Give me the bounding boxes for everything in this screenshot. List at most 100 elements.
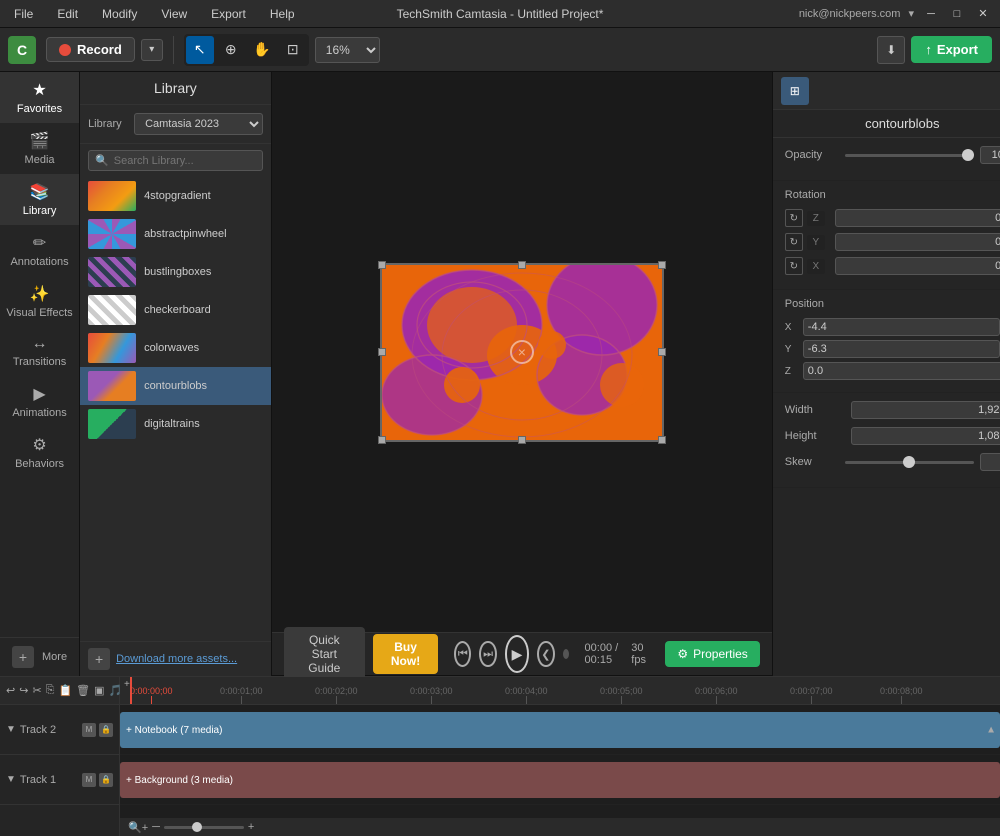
- timeline-zoom-slider[interactable]: [164, 826, 244, 829]
- sidebar-item-visual-effects[interactable]: ✨ Visual Effects: [0, 276, 79, 327]
- move-tool[interactable]: ⊕: [217, 36, 245, 64]
- rotation-x-handle[interactable]: ↻: [785, 257, 803, 275]
- sidebar-item-transitions[interactable]: ↔ Transitions: [0, 327, 79, 376]
- list-item[interactable]: checkerboard: [80, 291, 271, 329]
- library-search-input[interactable]: [114, 155, 256, 167]
- handle-bottom-mid[interactable]: [518, 436, 526, 444]
- maximize-button[interactable]: □: [948, 5, 966, 23]
- sidebar-item-animations[interactable]: ▶ Animations: [0, 376, 79, 427]
- sidebar-item-behaviors[interactable]: ⚙ Behaviors: [0, 427, 79, 478]
- props-icon-bar: ⊞: [773, 72, 1000, 110]
- track-2-clip[interactable]: + Notebook (7 media): [120, 712, 1000, 748]
- rotation-x-value: 0.0°: [835, 257, 1000, 275]
- buy-now-button[interactable]: Buy Now!: [373, 634, 438, 674]
- props-tab-visual[interactable]: ⊞: [781, 77, 809, 105]
- list-item[interactable]: colorwaves: [80, 329, 271, 367]
- skew-slider[interactable]: [845, 461, 974, 464]
- handle-top-mid[interactable]: [518, 261, 526, 269]
- zoom-in-icon[interactable]: 🔍+: [128, 821, 148, 834]
- handle-mid-left[interactable]: [378, 348, 386, 356]
- select-tool[interactable]: ↖: [186, 36, 214, 64]
- handle-bottom-right[interactable]: [658, 436, 666, 444]
- video-track-button[interactable]: ▣: [94, 681, 104, 701]
- list-item[interactable]: digitaltrains: [80, 405, 271, 443]
- menu-modify[interactable]: Modify: [96, 5, 143, 23]
- main-layout: ★ Favorites 🎬 Media 📚 Library ✏ Annotati…: [0, 72, 1000, 676]
- undo-button[interactable]: ↩: [6, 681, 15, 701]
- track-1-expand[interactable]: ▼: [6, 774, 16, 785]
- menu-file[interactable]: File: [8, 5, 39, 23]
- rotation-y-row: ↻ Y 0.0°: [785, 233, 1000, 251]
- lib-name-colorwaves: colorwaves: [144, 342, 199, 354]
- handle-top-right[interactable]: [658, 261, 666, 269]
- opacity-slider[interactable]: [845, 154, 974, 157]
- track-2-expand-arrow[interactable]: ▲: [986, 724, 996, 735]
- sidebar-label-visual-effects: Visual Effects: [6, 307, 72, 319]
- list-item-contourblobs[interactable]: contourblobs: [80, 367, 271, 405]
- play-button[interactable]: ▶: [505, 635, 530, 673]
- track-1-clip[interactable]: + Background (3 media): [120, 762, 1000, 798]
- rotation-z-handle[interactable]: ↻: [785, 209, 803, 227]
- quick-start-button[interactable]: Quick Start Guide: [284, 627, 365, 681]
- crop-tool[interactable]: ⊡: [279, 36, 307, 64]
- menu-export[interactable]: Export: [205, 5, 252, 23]
- download-more-link[interactable]: Download more assets...: [116, 653, 237, 665]
- sidebar-label-annotations: Annotations: [10, 256, 68, 268]
- rotation-y-handle[interactable]: ↻: [785, 233, 803, 251]
- sidebar-item-annotations[interactable]: ✏ Annotations: [0, 225, 79, 276]
- track-2-mute[interactable]: M: [82, 723, 96, 737]
- position-x-value: -4.4: [803, 318, 1000, 336]
- sidebar-item-favorites[interactable]: ★ Favorites: [0, 72, 79, 123]
- minimize-button[interactable]: ─: [922, 5, 940, 23]
- properties-button[interactable]: ⚙ Properties: [665, 641, 759, 667]
- menu-edit[interactable]: Edit: [51, 5, 84, 23]
- thumb-colorwaves: [88, 333, 136, 363]
- library-search-box[interactable]: 🔍: [88, 150, 263, 171]
- skew-label: Skew: [785, 456, 845, 468]
- zoom-out-icon[interactable]: ─: [152, 821, 160, 833]
- library-version-select[interactable]: Camtasia 2023: [134, 113, 263, 135]
- zoom-plus-icon[interactable]: +: [248, 821, 254, 833]
- position-z-label: Z: [785, 366, 799, 377]
- cut-button[interactable]: ✂: [32, 681, 41, 701]
- redo-button[interactable]: ↪: [19, 681, 28, 701]
- list-item[interactable]: bustlingboxes: [80, 253, 271, 291]
- sidebar-add-button[interactable]: +: [12, 646, 34, 668]
- canvas-center-handle[interactable]: [510, 340, 534, 364]
- export-button[interactable]: ↑ Export: [911, 36, 992, 63]
- sidebar-item-library[interactable]: 📚 Library: [0, 174, 79, 225]
- copy-button[interactable]: ⎘: [46, 681, 55, 701]
- menu-help[interactable]: Help: [264, 5, 301, 23]
- menu-view[interactable]: View: [155, 5, 193, 23]
- track-1-mute[interactable]: M: [82, 773, 96, 787]
- props-title: contourblobs: [865, 116, 939, 131]
- record-dropdown[interactable]: ▾: [141, 39, 163, 61]
- sidebar-item-media[interactable]: 🎬 Media: [0, 123, 79, 174]
- loop-button[interactable]: [563, 649, 569, 659]
- ruler-playhead[interactable]: [130, 677, 132, 704]
- zoom-select[interactable]: 16% 25% 50% 100%: [315, 37, 380, 63]
- handle-top-left[interactable]: [378, 261, 386, 269]
- library-add-button[interactable]: +: [88, 648, 110, 670]
- track-2-expand[interactable]: ▼: [6, 724, 16, 735]
- track-add-button[interactable]: +: [124, 679, 130, 690]
- user-dropdown-icon[interactable]: ▾: [908, 7, 914, 20]
- rotation-section: Rotation ↻ Z 0.0° ↻ Y 0.0° ↻ X 0.0°: [773, 181, 1000, 290]
- handle-bottom-left[interactable]: [378, 436, 386, 444]
- step-forward-button[interactable]: ❮: [537, 641, 554, 667]
- hand-tool[interactable]: ✋: [248, 36, 276, 64]
- rotation-label: Rotation: [785, 189, 845, 201]
- record-button[interactable]: Record: [46, 37, 135, 62]
- fps-display: 30 fps: [631, 642, 649, 666]
- list-item[interactable]: 4stopgradient: [80, 177, 271, 215]
- paste-button[interactable]: 📋: [58, 681, 72, 701]
- delete-button[interactable]: 🗑: [76, 681, 90, 701]
- track-2-lock[interactable]: 🔒: [99, 723, 113, 737]
- download-button[interactable]: ⬇: [877, 36, 905, 64]
- list-item[interactable]: abstractpinwheel: [80, 215, 271, 253]
- rewind-button[interactable]: ⏮: [454, 641, 471, 667]
- step-back-button[interactable]: ⏭: [479, 641, 496, 667]
- handle-mid-right[interactable]: [658, 348, 666, 356]
- track-1-lock[interactable]: 🔒: [99, 773, 113, 787]
- close-button[interactable]: ✕: [974, 5, 992, 23]
